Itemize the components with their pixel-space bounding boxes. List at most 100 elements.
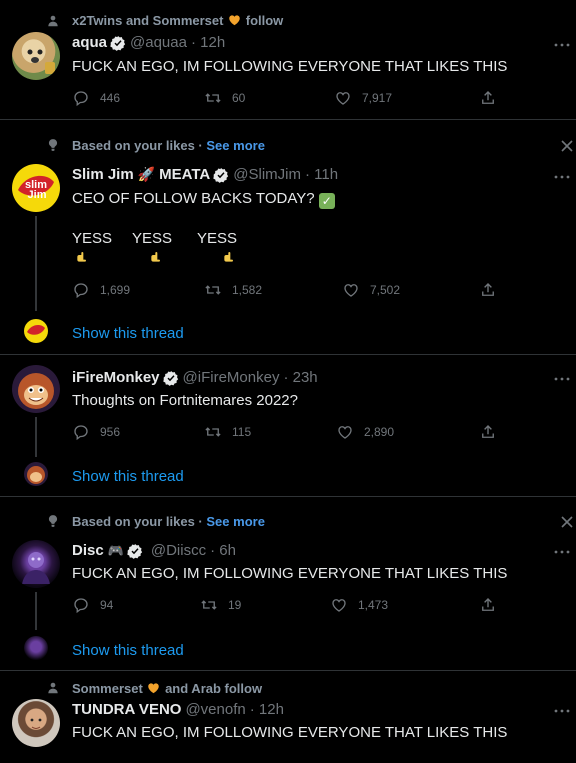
share-button[interactable] (479, 281, 507, 299)
author-row: aqua @aquaa · 12h (72, 34, 225, 51)
more-icon[interactable] (554, 42, 570, 48)
display-name[interactable]: Slim Jim (72, 166, 134, 183)
retweet-button[interactable]: 60 (204, 89, 245, 107)
like-icon (330, 596, 348, 614)
like-icon (342, 281, 360, 299)
handle[interactable]: @aquaa (130, 34, 187, 51)
thread-avatar[interactable] (24, 636, 48, 660)
reply-button[interactable]: 446 (72, 89, 120, 107)
tweet-text: CEO OF FOLLOW BACKS TODAY? ✓ (72, 190, 335, 209)
heart-emoji (227, 13, 242, 27)
tweet-actions: 1,699 1,582 7,502 (72, 281, 502, 301)
show-thread-link[interactable]: Show this thread (72, 325, 184, 342)
point-down-emoji (74, 250, 90, 268)
more-icon[interactable] (554, 376, 570, 382)
verified-icon (213, 167, 229, 183)
reply-count: 446 (100, 91, 121, 105)
display-name-suffix[interactable]: MEATA (159, 166, 210, 183)
tweet-ifiremonkey[interactable]: iFireMonkey @iFireMonkey · 23h Thoughts … (0, 355, 576, 497)
context-suffix: follow (245, 13, 284, 28)
handle[interactable]: @Diiscc (151, 542, 206, 559)
thread-avatar[interactable] (24, 462, 48, 486)
context-suffix: and Arab follow (165, 681, 263, 696)
gamepad-emoji: 🎮 (107, 542, 124, 558)
timestamp[interactable]: · 11h (305, 166, 338, 183)
reply-button[interactable]: 94 (72, 596, 113, 614)
timestamp[interactable]: · 6h (210, 542, 236, 559)
like-count: 7,917 (362, 91, 393, 105)
sparkle-icon (46, 138, 60, 152)
handle[interactable]: @SlimJim (233, 166, 301, 183)
timestamp[interactable]: · 12h (191, 34, 225, 51)
tweet-aqua[interactable]: x2Twins and Sommerset follow aqua @aquaa… (0, 0, 576, 120)
retweet-button[interactable]: 1,582 (204, 281, 262, 299)
like-button[interactable]: 1,473 (330, 596, 388, 614)
more-icon[interactable] (554, 174, 570, 180)
see-more-link[interactable]: See more (206, 138, 265, 153)
avatar[interactable] (12, 540, 60, 588)
handle[interactable]: @venofn (185, 701, 245, 718)
yess-text: YESS (132, 230, 173, 247)
show-thread-link[interactable]: Show this thread (72, 642, 184, 659)
timestamp[interactable]: · 23h (283, 369, 317, 386)
retweet-count: 60 (232, 91, 246, 105)
display-name[interactable]: iFireMonkey (72, 369, 160, 386)
show-thread-link[interactable]: Show this thread (72, 468, 184, 485)
handle[interactable]: @iFireMonkey (183, 369, 280, 386)
retweet-icon (204, 89, 222, 107)
context-names[interactable]: x2Twins and Sommerset (72, 13, 223, 28)
display-name[interactable]: Disc (72, 542, 104, 559)
recommendation-context: Based on your likes · See more (72, 138, 265, 153)
tweet-slimjim[interactable]: Based on your likes · See more slim Jim S… (0, 120, 576, 355)
tweet-text-content: CEO OF FOLLOW BACKS TODAY? (72, 190, 315, 207)
retweet-icon (200, 596, 218, 614)
yess-text: YESS (197, 230, 238, 247)
thread-avatar[interactable] (24, 319, 48, 343)
avatar[interactable] (12, 699, 60, 747)
author-row: TUNDRA VENO @venofn · 12h (72, 701, 284, 718)
tweet-text: FUCK AN EGO, IM FOLLOWING EVERYONE THAT … (72, 58, 508, 75)
tweet-text: FUCK AN EGO, IM FOLLOWING EVERYONE THAT … (72, 724, 508, 741)
like-count: 1,473 (358, 598, 389, 612)
verified-icon (163, 370, 179, 386)
social-context: x2Twins and Sommerset follow (72, 13, 283, 28)
retweet-icon (204, 281, 222, 299)
reply-icon (72, 89, 90, 107)
tweet-tundraveno[interactable]: Sommerset and Arab follow TUNDRA VENO @v… (0, 671, 576, 763)
thread-line (35, 216, 37, 311)
reply-icon (72, 281, 90, 299)
close-icon[interactable] (560, 139, 574, 153)
display-name[interactable]: TUNDRA VENO (72, 701, 181, 718)
share-button[interactable] (479, 423, 507, 441)
tweet-disc[interactable]: Based on your likes · See more Disc 🎮 @D… (0, 497, 576, 671)
more-icon[interactable] (554, 549, 570, 555)
like-button[interactable]: 7,502 (342, 281, 400, 299)
share-icon (479, 281, 497, 299)
avatar[interactable]: slim Jim (12, 164, 60, 212)
avatar[interactable] (12, 32, 60, 80)
display-name[interactable]: aqua (72, 34, 107, 51)
thread-line (35, 592, 37, 630)
share-button[interactable] (479, 596, 507, 614)
timestamp[interactable]: · 12h (250, 701, 284, 718)
like-icon (334, 89, 352, 107)
like-button[interactable]: 7,917 (334, 89, 392, 107)
yess-text: YESS (72, 230, 113, 247)
like-button[interactable]: 2,890 (336, 423, 394, 441)
check-emoji: ✓ (318, 193, 335, 209)
person-icon (46, 14, 60, 28)
retweet-button[interactable]: 115 (204, 423, 251, 441)
avatar[interactable] (12, 365, 60, 413)
see-more-link[interactable]: See more (206, 514, 265, 529)
reply-button[interactable]: 956 (72, 423, 120, 441)
retweet-button[interactable]: 19 (200, 596, 241, 614)
reply-button[interactable]: 1,699 (72, 281, 130, 299)
heart-emoji (146, 681, 161, 695)
context-names[interactable]: Sommerset (72, 681, 143, 696)
more-icon[interactable] (554, 708, 570, 714)
sparkle-icon (46, 514, 60, 528)
close-icon[interactable] (560, 515, 574, 529)
tweet-actions: 446 60 7,917 (72, 89, 502, 109)
tweet-actions: 94 19 1,473 (72, 596, 502, 616)
share-button[interactable] (479, 89, 507, 107)
